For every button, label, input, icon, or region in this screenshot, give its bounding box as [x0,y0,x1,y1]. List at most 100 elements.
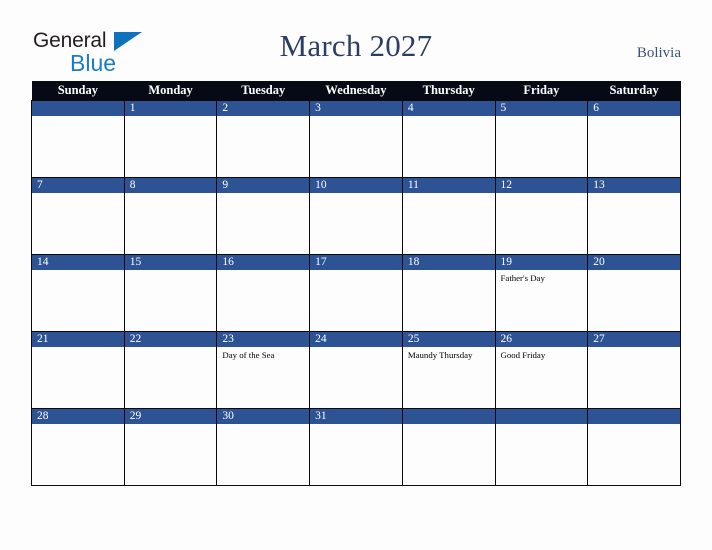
holiday-label: Day of the Sea [222,350,275,360]
calendar-day-cell[interactable]: 18 [401,254,496,332]
day-number: 24 [310,332,402,347]
calendar-day-cell[interactable]: 29 [123,408,218,486]
day-number: 14 [32,255,124,270]
day-events [217,270,309,273]
calendar-day-cell[interactable]: 30 [216,408,311,486]
day-number: 11 [402,178,495,193]
day-events [588,424,680,427]
day-number: 2 [217,101,310,116]
day-events [32,424,124,427]
calendar-day-cell[interactable]: 20 [587,254,681,332]
calendar-empty-cell [31,100,125,178]
calendar-day-cell[interactable]: 19 Father's Day [494,254,589,332]
calendar-day-cell[interactable]: 11 [401,177,496,255]
calendar-day-cell[interactable]: 27 [587,331,681,409]
day-number: 31 [310,409,402,424]
day-number: 21 [32,332,124,347]
calendar-day-cell[interactable]: 12 [494,177,589,255]
calendar-day-cell[interactable]: 9 [216,177,311,255]
day-events [310,424,402,427]
day-events [310,270,402,273]
day-events [32,347,124,350]
calendar-week-row: 21 22 23 Day of the Sea 24 25 Maundy Thursday 2… [31,331,681,409]
day-events [217,116,309,119]
calendar-day-cell[interactable]: 14 [31,254,125,332]
calendar-page: General Blue March 2027 Bolivia Sunday M… [0,0,712,550]
calendar-day-cell[interactable]: 5 [494,100,589,178]
weekday-header-friday: Friday [495,81,588,101]
calendar-day-cell[interactable]: 2 [216,100,311,178]
weekday-header-wednesday: Wednesday [309,81,403,101]
calendar-day-cell[interactable]: 23 Day of the Sea [216,331,311,409]
calendar-empty-cell [494,408,589,486]
calendar-day-cell[interactable]: 7 [31,177,125,255]
calendar-day-cell[interactable]: 6 [587,100,681,178]
day-events [588,270,680,273]
page-title: March 2027 [279,28,433,63]
day-events: Good Friday [496,347,588,361]
day-events: Maundy Thursday [403,347,495,361]
calendar-day-cell[interactable]: 15 [123,254,218,332]
calendar-day-cell[interactable]: 10 [309,177,403,255]
holiday-label: Maundy Thursday [407,350,473,360]
calendar-day-cell[interactable]: 13 [587,177,681,255]
calendar-day-cell[interactable]: 17 [309,254,403,332]
day-events: Day of the Sea [217,347,309,361]
calendar-day-cell[interactable]: 1 [123,100,218,178]
day-number: 17 [310,255,402,270]
day-events [310,193,402,196]
day-number: 13 [588,178,680,193]
calendar-day-cell[interactable]: 22 [123,331,218,409]
day-number: 20 [588,255,680,270]
day-number: 9 [217,178,310,193]
day-number: 22 [124,332,217,347]
calendar-day-cell[interactable]: 4 [401,100,496,178]
day-events [125,424,217,427]
day-number: 26 [495,332,588,347]
weekday-header-row: Sunday Monday Tuesday Wednesday Thursday… [31,81,681,101]
day-events [403,116,495,119]
calendar-day-cell[interactable]: 16 [216,254,311,332]
day-events [588,193,680,196]
day-number: 10 [310,178,402,193]
calendar-day-cell[interactable]: 24 [309,331,403,409]
day-events [125,116,217,119]
day-events [588,116,680,119]
day-number [495,409,588,424]
day-number: 3 [310,101,402,116]
day-events [217,424,309,427]
calendar-day-cell[interactable]: 31 [309,408,403,486]
calendar-day-cell[interactable]: 28 [31,408,125,486]
calendar-day-cell[interactable]: 8 [123,177,218,255]
calendar-empty-cell [401,408,496,486]
weekday-header-tuesday: Tuesday [216,81,310,101]
day-number: 25 [402,332,495,347]
calendar-day-cell[interactable]: 25 Maundy Thursday [401,331,496,409]
day-events [496,193,588,196]
day-events [217,193,309,196]
day-events [32,270,124,273]
day-number: 19 [495,255,588,270]
calendar-body: 1 2 3 4 5 6 7 8 9 10 11 12 13 14 15 16 17 18 19 Father's Da… [31,100,681,486]
day-number: 12 [495,178,588,193]
day-events [403,193,495,196]
calendar-day-cell[interactable]: 26 Good Friday [494,331,589,409]
day-events [125,347,217,350]
calendar-day-cell[interactable]: 3 [309,100,403,178]
day-events [32,116,124,119]
day-number: 8 [124,178,217,193]
day-number: 28 [32,409,124,424]
day-number: 7 [32,178,124,193]
day-number [32,101,124,116]
day-events [403,270,495,273]
day-events [310,347,402,350]
day-number: 29 [124,409,217,424]
weekday-header-saturday: Saturday [587,81,681,101]
day-number: 18 [402,255,495,270]
day-number: 6 [588,101,680,116]
day-number: 27 [588,332,680,347]
calendar-grid: Sunday Monday Tuesday Wednesday Thursday… [31,81,681,486]
weekday-header-monday: Monday [124,81,217,101]
calendar-day-cell[interactable]: 21 [31,331,125,409]
day-events [496,424,588,427]
